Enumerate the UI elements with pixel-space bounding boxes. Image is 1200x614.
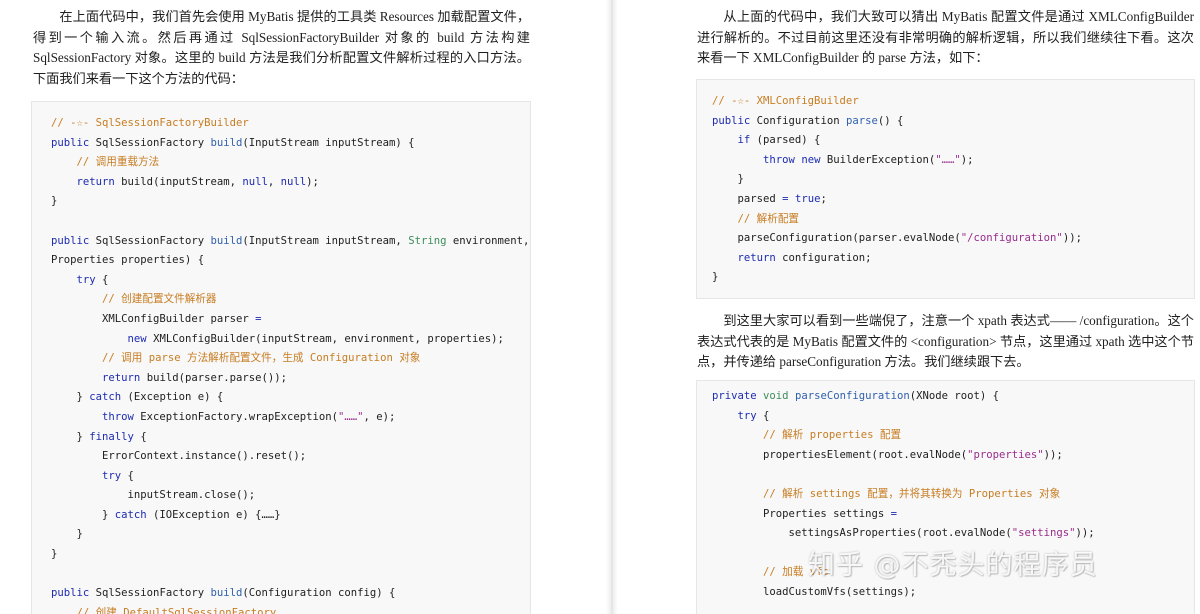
- code-line: loadCustomVfs(settings);: [712, 585, 917, 598]
- code-line: // 调用 parse 方法解析配置文件，生成 Configuration 对象: [102, 352, 421, 365]
- code-line: Properties properties) {: [51, 254, 205, 267]
- right-code-block-parse: // -☆- XMLConfigBuilder public Configura…: [696, 79, 1195, 299]
- code-line: // 解析 properties 配置: [763, 429, 902, 442]
- left-code-block: // -☆- SqlSessionFactoryBuilder public S…: [31, 101, 531, 614]
- right-intro-paragraph: 从上面的代码中，我们大致可以猜出 MyBatis 配置文件是通过 XMLConf…: [697, 9, 1194, 65]
- code-line: private void parseConfiguration(XNode ro…: [712, 390, 1000, 402]
- left-page: 在上面代码中，我们首先会使用 MyBatis 提供的工具类 Resources …: [0, 0, 612, 614]
- code-line: }: [51, 528, 83, 541]
- code-line: return build(inputStream, null, null);: [76, 175, 319, 188]
- left-code-text: // -☆- SqlSessionFactoryBuilder public S…: [51, 114, 530, 614]
- code-line: throw new BuilderException("……");: [763, 153, 974, 166]
- code-line: public Configuration parse() {: [712, 114, 904, 127]
- code-line: } catch (Exception e) {: [51, 391, 224, 404]
- code-line: Properties settings =: [712, 507, 897, 520]
- code-line: public SqlSessionFactory build(InputStre…: [51, 234, 530, 247]
- code-line: ErrorContext.instance().reset();: [51, 450, 307, 463]
- code-line: // 调用重载方法: [76, 156, 160, 169]
- right-middle-paragraph: 到这里大家可以看到一些端倪了，注意一个 xpath 表达式—— /configu…: [697, 313, 1194, 369]
- code-line: // 创建 DefaultSqlSessionFactory: [76, 606, 277, 614]
- code-line: parsed = true;: [712, 192, 827, 205]
- code-line: propertiesElement(root.evalNode("propert…: [712, 448, 1063, 461]
- code-line: } finally {: [51, 430, 147, 443]
- code-line: // 解析配置: [737, 212, 800, 225]
- code-line: try {: [737, 409, 770, 422]
- code-line: return configuration;: [737, 251, 872, 264]
- code-line: }: [712, 271, 719, 284]
- code-line: // -☆- XMLConfigBuilder: [712, 95, 859, 107]
- code-line: // -☆- SqlSessionFactoryBuilder: [51, 117, 249, 129]
- left-intro-paragraph: 在上面代码中，我们首先会使用 MyBatis 提供的工具类 Resources …: [33, 9, 530, 86]
- code-line: throw ExceptionFactory.wrapException("………: [102, 410, 396, 423]
- right-page: 从上面的代码中，我们大致可以猜出 MyBatis 配置文件是通过 XMLConf…: [612, 0, 1200, 614]
- right-code-text-parse: // -☆- XMLConfigBuilder public Configura…: [712, 92, 1194, 288]
- code-line: return build(parser.parse());: [102, 371, 288, 384]
- code-line: public SqlSessionFactory build(InputStre…: [51, 136, 415, 149]
- watermark: 知乎 @不秃头的程序员: [808, 550, 1098, 581]
- code-line: } catch (IOException e) {……}: [51, 508, 281, 521]
- code-line: settingsAsProperties(root.evalNode("sett…: [712, 527, 1095, 540]
- code-line: try {: [102, 469, 134, 482]
- code-line: // 创建配置文件解析器: [102, 293, 217, 306]
- code-line: parseConfiguration(parser.evalNode("/con…: [712, 232, 1082, 245]
- code-line: public SqlSessionFactory build(Configura…: [51, 587, 396, 600]
- code-line: }: [51, 548, 58, 561]
- code-line: XMLConfigBuilder parser =: [51, 312, 262, 325]
- code-line: }: [712, 173, 744, 186]
- code-line: if (parsed) {: [737, 134, 821, 147]
- code-line: inputStream.close();: [51, 489, 256, 502]
- code-line: }: [51, 195, 58, 208]
- code-line: try {: [76, 273, 109, 286]
- code-line: new XMLConfigBuilder(inputStream, enviro…: [127, 332, 504, 345]
- code-line: // 解析 settings 配置，并将其转换为 Properties 对象: [763, 487, 1061, 500]
